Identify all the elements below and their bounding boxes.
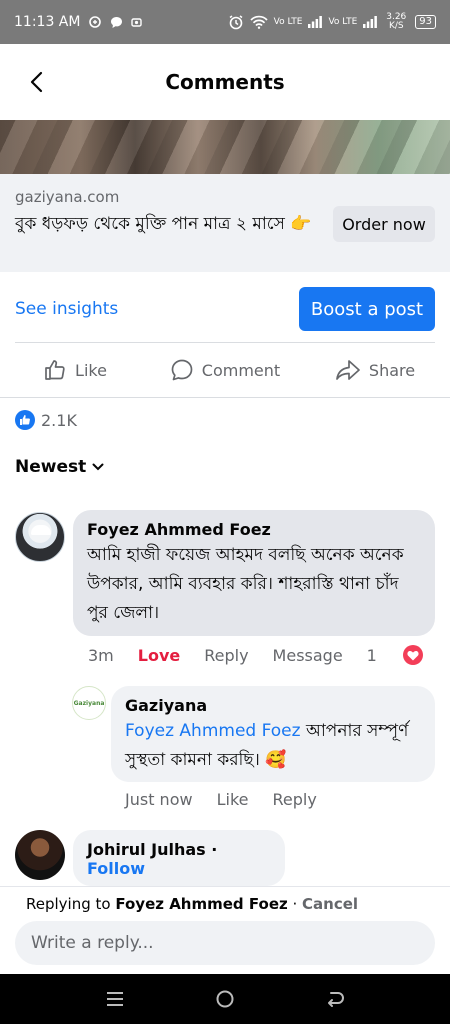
comment-meta: 3m Love Reply Message 1 <box>88 645 435 665</box>
reply-meta: Just now Like Reply <box>125 790 341 809</box>
like-label: Like <box>75 360 107 380</box>
reply-composer: Replying to Foyez Ahmmed Foez · Cancel <box>0 886 450 974</box>
share-icon <box>336 360 360 380</box>
reply-button[interactable]: Reply <box>272 790 316 809</box>
reply-button[interactable]: Reply <box>204 646 248 665</box>
recent-apps-button[interactable] <box>100 984 130 1014</box>
post-action-bar: Like Comment Share <box>0 344 450 396</box>
system-nav-bar <box>0 974 450 1024</box>
network-label-1: Vo LTE <box>273 16 303 27</box>
ad-link-card[interactable]: gaziyana.com বুক ধড়ফড় থেকে মুক্তি পান … <box>0 174 450 272</box>
heart-icon <box>402 645 423 665</box>
thumbs-up-icon <box>45 360 65 380</box>
share-button[interactable]: Share <box>300 344 450 396</box>
sort-label: Newest <box>15 457 87 477</box>
name-separator: · <box>205 840 218 859</box>
divider <box>0 397 450 398</box>
cancel-reply-button[interactable]: Cancel <box>302 895 358 913</box>
reaction-count: 2.1K <box>41 410 77 430</box>
avatar-hat <box>31 525 51 535</box>
signal-icon-1 <box>308 16 323 28</box>
chevron-down-icon <box>92 463 104 471</box>
replying-separator: · <box>287 895 303 913</box>
ad-domain: gaziyana.com <box>15 188 120 206</box>
chat-notification-icon <box>111 16 123 28</box>
app-notification-icon <box>131 17 143 27</box>
battery-indicator: 93 <box>415 15 436 29</box>
ad-headline: বুক ধড়ফড় থেকে মুক্তি পান মাত্র ২ মাসে … <box>15 214 312 234</box>
insights-row: See insights Boost a post <box>0 272 450 344</box>
like-reaction-icon <box>15 410 35 430</box>
wifi-icon <box>250 15 268 29</box>
alarm-icon <box>229 15 243 30</box>
replying-to-name: Foyez Ahmmed Foez <box>115 895 288 913</box>
reaction-summary[interactable]: 2.1K <box>15 410 77 430</box>
back-button[interactable] <box>22 68 50 96</box>
home-button[interactable] <box>210 984 240 1014</box>
page-title: Comments <box>165 70 285 94</box>
avatar[interactable] <box>15 512 65 562</box>
page-avatar[interactable]: Gaziyana <box>72 686 106 720</box>
love-reaction-button[interactable]: Love <box>138 646 180 665</box>
comment-author[interactable]: Foyez Ahmmed Foez <box>87 520 421 539</box>
status-time: 11:13 AM <box>14 14 81 30</box>
replying-prefix: Replying to <box>26 895 116 913</box>
sort-dropdown[interactable]: Newest <box>15 457 104 477</box>
comment-text: আমি হাজী ফয়েজ আহমদ বলছি অনেক অনেক উপকার… <box>87 545 404 623</box>
like-button[interactable]: Like <box>0 344 150 396</box>
mention-link[interactable]: Foyez Ahmmed Foez <box>125 721 301 741</box>
back-nav-button[interactable] <box>320 984 350 1014</box>
signal-icon-2 <box>363 16 378 28</box>
comment-label: Comment <box>201 360 281 380</box>
reaction-count-value: 1 <box>366 645 377 665</box>
home-circle-icon <box>216 990 234 1008</box>
comment-icon <box>171 359 193 381</box>
comments-header: Comments <box>0 44 450 120</box>
divider <box>15 342 435 343</box>
comment-button[interactable]: Comment <box>150 344 300 396</box>
replying-to-bar: Replying to Foyez Ahmmed Foez · Cancel <box>26 895 358 913</box>
reply-input[interactable] <box>15 921 435 965</box>
follow-button[interactable]: Follow <box>87 859 145 878</box>
reply-bubble[interactable]: Gaziyana Foyez Ahmmed Foez আপনার সম্পূর্… <box>111 686 435 782</box>
comment-author[interactable]: Johirul Julhas <box>87 840 206 859</box>
comment-time: 3m <box>88 645 114 665</box>
like-comment-button[interactable]: Like <box>217 790 249 809</box>
avatar[interactable] <box>15 830 65 880</box>
reply-time: Just now <box>125 790 193 809</box>
back-arrow-icon <box>328 992 344 1007</box>
status-bar: 11:13 AM Vo LTE Vo LTE 3.26 K/S 93 <box>0 0 450 44</box>
menu-icon <box>107 992 123 1006</box>
page-avatar-logo: Gaziyana <box>73 699 105 707</box>
comment-reaction-count[interactable]: 1 <box>367 645 447 665</box>
chevron-left-icon <box>30 71 43 93</box>
message-button[interactable]: Message <box>273 646 343 665</box>
boost-post-button[interactable]: Boost a post <box>299 287 435 331</box>
order-now-button[interactable]: Order now <box>333 206 435 242</box>
ad-image[interactable] <box>0 120 450 174</box>
comment-bubble[interactable]: Foyez Ahmmed Foez আমি হাজী ফয়েজ আহমদ বল… <box>73 510 435 636</box>
network-speed: 3.26 K/S <box>386 12 407 31</box>
data-saver-icon <box>89 16 102 28</box>
comment-bubble[interactable]: Johirul Julhas · Follow দাম কত <box>73 830 285 904</box>
network-label-2: Vo LTE <box>328 16 358 27</box>
reply-author[interactable]: Gaziyana <box>125 696 421 715</box>
see-insights-link[interactable]: See insights <box>15 299 118 319</box>
share-label: Share <box>368 360 416 380</box>
